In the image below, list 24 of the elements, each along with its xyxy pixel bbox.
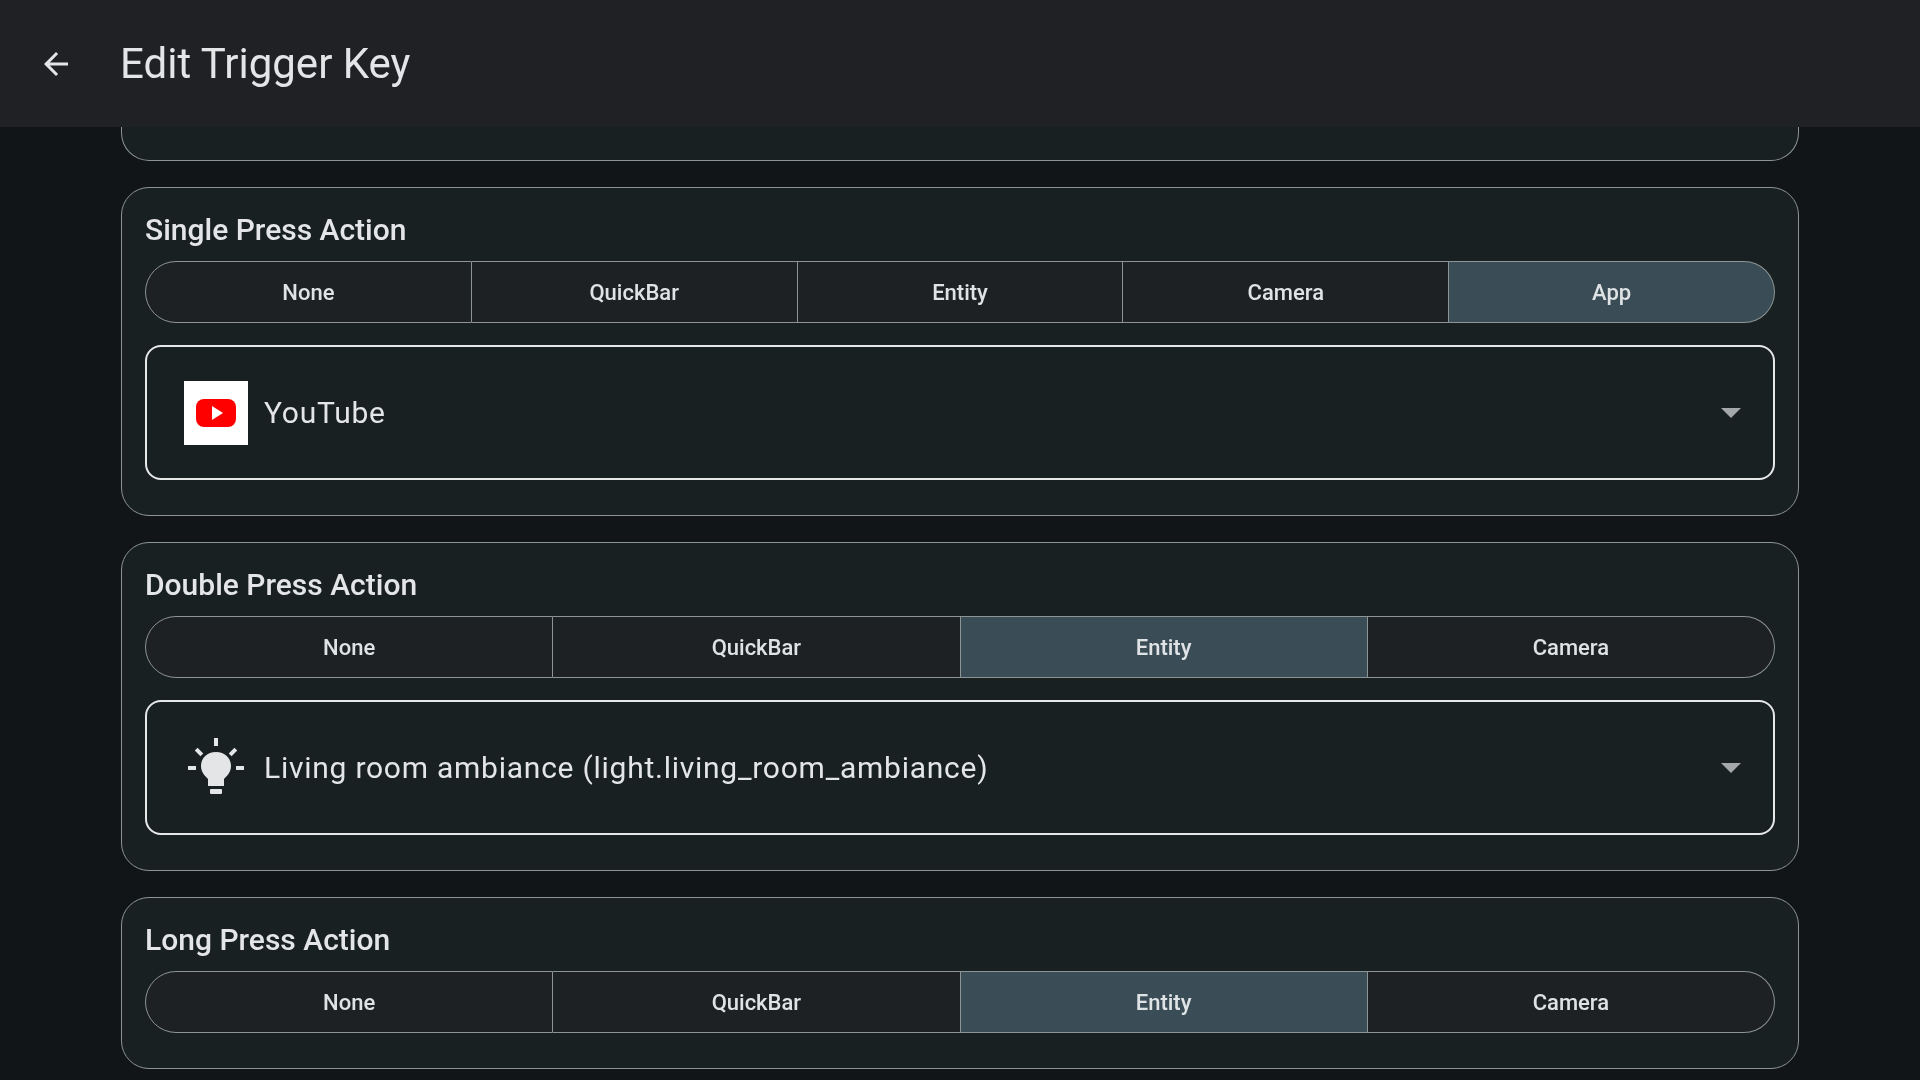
segment-tab[interactable]: Entity: [960, 971, 1368, 1033]
segment-tab[interactable]: App: [1449, 261, 1775, 323]
segment-tab[interactable]: QuickBar: [471, 261, 798, 323]
segment-tab[interactable]: None: [145, 616, 554, 678]
segment-tab[interactable]: QuickBar: [553, 616, 961, 678]
section-title: Long Press Action: [145, 921, 392, 959]
dropdown-arrow-icon: [1721, 762, 1741, 773]
dropdown-value: Living room ambiance (light.living_room_ambiance): [264, 749, 989, 787]
segment-tab[interactable]: Camera: [1367, 616, 1775, 678]
segment-tab[interactable]: None: [145, 971, 554, 1033]
segment-tab[interactable]: Entity: [960, 616, 1368, 678]
dropdown-arrow-icon: [1721, 407, 1741, 418]
segment-tab[interactable]: Camera: [1367, 971, 1775, 1033]
section-title: Single Press Action: [145, 211, 408, 249]
segment-tab[interactable]: QuickBar: [553, 971, 961, 1033]
video-play-icon: [184, 380, 248, 445]
segment-tab[interactable]: Camera: [1123, 261, 1450, 323]
page-title: Edit Trigger Key: [120, 38, 411, 90]
dropdown-field[interactable]: Living room ambiance (light.living_room_ambiance): [145, 700, 1775, 835]
dropdown-field[interactable]: YouTube: [145, 345, 1775, 480]
segment-tab[interactable]: None: [145, 261, 472, 323]
segment-tab[interactable]: Entity: [797, 261, 1124, 323]
dropdown-value: YouTube: [264, 394, 386, 432]
section-title: Double Press Action: [145, 566, 419, 604]
